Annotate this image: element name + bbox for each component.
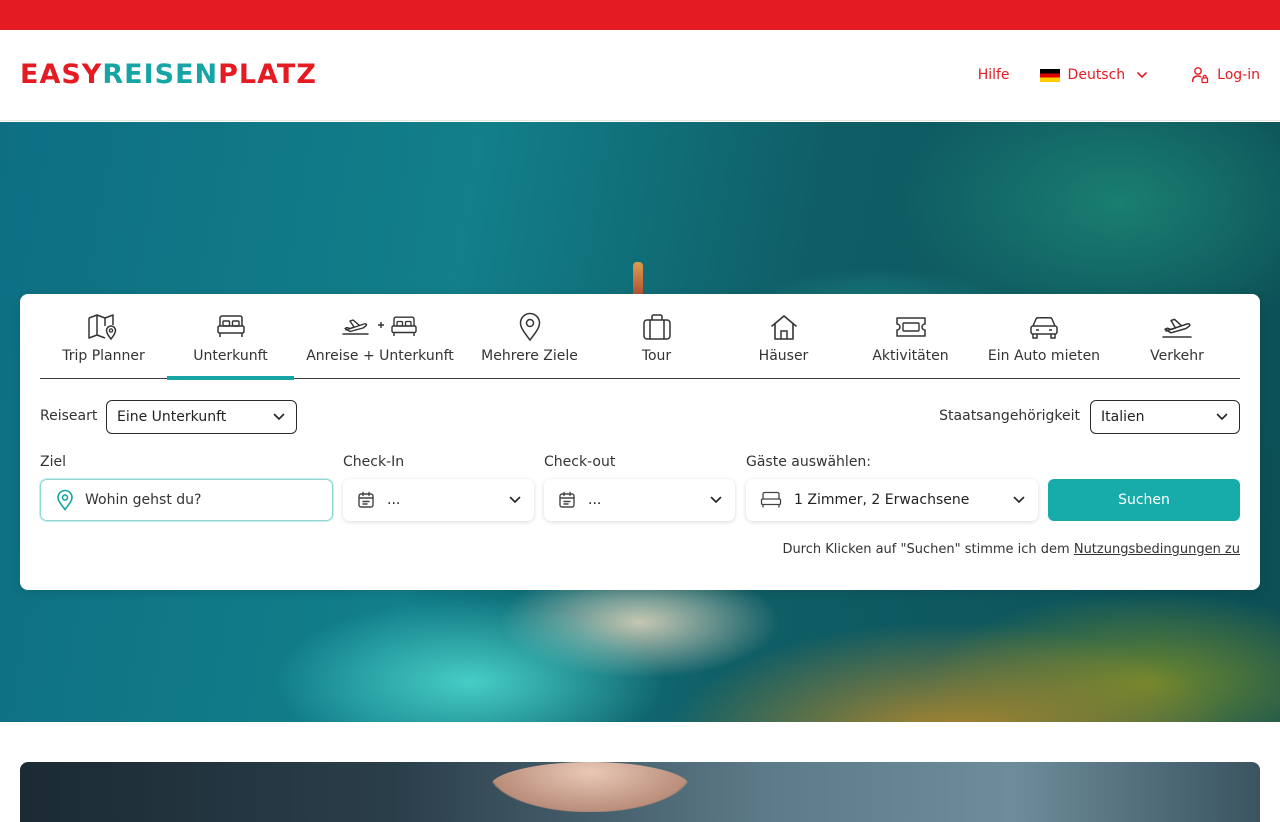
checkin-value: ... bbox=[387, 492, 401, 508]
tab-label: Mehrere Ziele bbox=[481, 348, 578, 364]
checkin-label: Check-In bbox=[343, 454, 405, 470]
bed-icon bbox=[216, 315, 245, 337]
promo-banner-image bbox=[20, 762, 1260, 822]
ticket-icon bbox=[895, 317, 926, 337]
tab-haeuser[interactable]: Häuser bbox=[720, 294, 847, 379]
tab-label: Tour bbox=[641, 348, 672, 364]
staatsangehoerigkeit-label: Staatsangehörigkeit bbox=[939, 408, 1080, 424]
terms-text: Durch Klicken auf "Suchen" stimme ich de… bbox=[782, 542, 1074, 557]
staatsangehoerigkeit-value: Italien bbox=[1101, 409, 1145, 425]
logo-part-platz: PLATZ bbox=[218, 59, 317, 90]
tab-auto-mieten[interactable]: Ein Auto mieten bbox=[974, 294, 1114, 379]
checkin-field[interactable]: ... bbox=[343, 479, 534, 521]
destination-input[interactable] bbox=[85, 492, 305, 508]
car-icon bbox=[1030, 317, 1058, 339]
chevron-down-icon bbox=[1013, 496, 1025, 504]
tab-label: Verkehr bbox=[1150, 348, 1204, 364]
tab-mehrere-ziele[interactable]: Mehrere Ziele bbox=[466, 294, 593, 379]
chevron-down-icon bbox=[1216, 413, 1228, 421]
staatsangehoerigkeit-select[interactable]: Italien bbox=[1090, 400, 1240, 434]
checkout-field[interactable]: ... bbox=[544, 479, 735, 521]
chevron-down-icon bbox=[509, 496, 521, 504]
chevron-down-icon bbox=[710, 496, 722, 504]
calendar-icon bbox=[559, 491, 575, 508]
tab-verkehr[interactable]: Verkehr bbox=[1114, 294, 1240, 379]
house-icon bbox=[770, 315, 797, 340]
tab-label: Anreise + Unterkunft bbox=[306, 348, 454, 364]
checkout-value: ... bbox=[588, 492, 602, 508]
calendar-icon bbox=[358, 491, 374, 508]
site-header: EASY REISEN PLATZ Hilfe Deutsch Log-in bbox=[0, 30, 1280, 121]
tab-unterkunft[interactable]: Unterkunft bbox=[167, 294, 294, 380]
language-selector[interactable]: Deutsch bbox=[1039, 67, 1150, 83]
tab-tour[interactable]: Tour bbox=[593, 294, 720, 379]
hero-boat-detail bbox=[633, 262, 643, 298]
guests-label: Gäste auswählen: bbox=[746, 454, 872, 470]
map-pin-icon bbox=[87, 314, 116, 341]
search-button[interactable]: Suchen bbox=[1048, 479, 1240, 521]
chevron-down-icon bbox=[273, 413, 285, 421]
tab-label: Ein Auto mieten bbox=[987, 348, 1101, 364]
tab-anreise-unterkunft[interactable]: Anreise + Unterkunft bbox=[294, 294, 466, 379]
header-nav: Hilfe Deutsch Log-in bbox=[978, 60, 1260, 90]
search-tabs: Trip Planner Unterkunft Anreise + Unterk… bbox=[40, 294, 1240, 380]
terms-notice: Durch Klicken auf "Suchen" stimme ich de… bbox=[782, 542, 1240, 557]
login-link[interactable]: Log-in bbox=[1191, 66, 1260, 84]
help-link[interactable]: Hilfe bbox=[978, 67, 1010, 83]
location-pin-icon bbox=[519, 312, 540, 342]
tab-label: Trip Planner bbox=[62, 348, 145, 364]
tab-label: Unterkunft bbox=[193, 348, 268, 364]
search-field-labels: Ziel Check-In Check-out Gäste auswählen: bbox=[40, 454, 1240, 472]
destination-field[interactable] bbox=[40, 479, 333, 521]
chevron-down-icon bbox=[1137, 72, 1147, 79]
location-pin-icon bbox=[57, 489, 73, 511]
tab-label: Häuser bbox=[758, 348, 809, 364]
travel-options-row: Reiseart Eine Unterkunft Staatsangehörig… bbox=[40, 400, 1240, 434]
terms-link[interactable]: Nutzungsbedingungen zu bbox=[1074, 542, 1240, 557]
logo-part-easy: EASY bbox=[20, 59, 103, 90]
reiseart-value: Eine Unterkunft bbox=[117, 409, 227, 425]
plane-icon bbox=[1162, 318, 1192, 338]
login-label: Log-in bbox=[1217, 67, 1260, 83]
guests-field[interactable]: 1 Zimmer, 2 Erwachsene bbox=[746, 479, 1038, 521]
reiseart-select[interactable]: Eine Unterkunft bbox=[106, 400, 297, 434]
logo-part-reisen: REISEN bbox=[102, 59, 219, 90]
guests-value: 1 Zimmer, 2 Erwachsene bbox=[794, 492, 970, 508]
language-label: Deutsch bbox=[1067, 67, 1126, 83]
plane-plus-bed-icon bbox=[342, 316, 417, 336]
bed-icon bbox=[760, 491, 782, 508]
ziel-label: Ziel bbox=[40, 454, 66, 470]
checkout-label: Check-out bbox=[544, 454, 616, 470]
reiseart-label: Reiseart bbox=[40, 408, 98, 424]
banner-hand-detail bbox=[490, 762, 690, 812]
search-panel: Trip Planner Unterkunft Anreise + Unterk… bbox=[20, 294, 1260, 590]
suitcase-icon bbox=[642, 314, 671, 340]
tab-trip-planner[interactable]: Trip Planner bbox=[40, 294, 167, 379]
top-accent-bar bbox=[0, 0, 1280, 30]
tab-label: Aktivitäten bbox=[872, 348, 949, 364]
german-flag-icon bbox=[1039, 68, 1060, 82]
tab-aktivitaeten[interactable]: Aktivitäten bbox=[847, 294, 974, 379]
site-logo[interactable]: EASY REISEN PLATZ bbox=[20, 61, 317, 89]
user-lock-icon bbox=[1191, 67, 1209, 84]
